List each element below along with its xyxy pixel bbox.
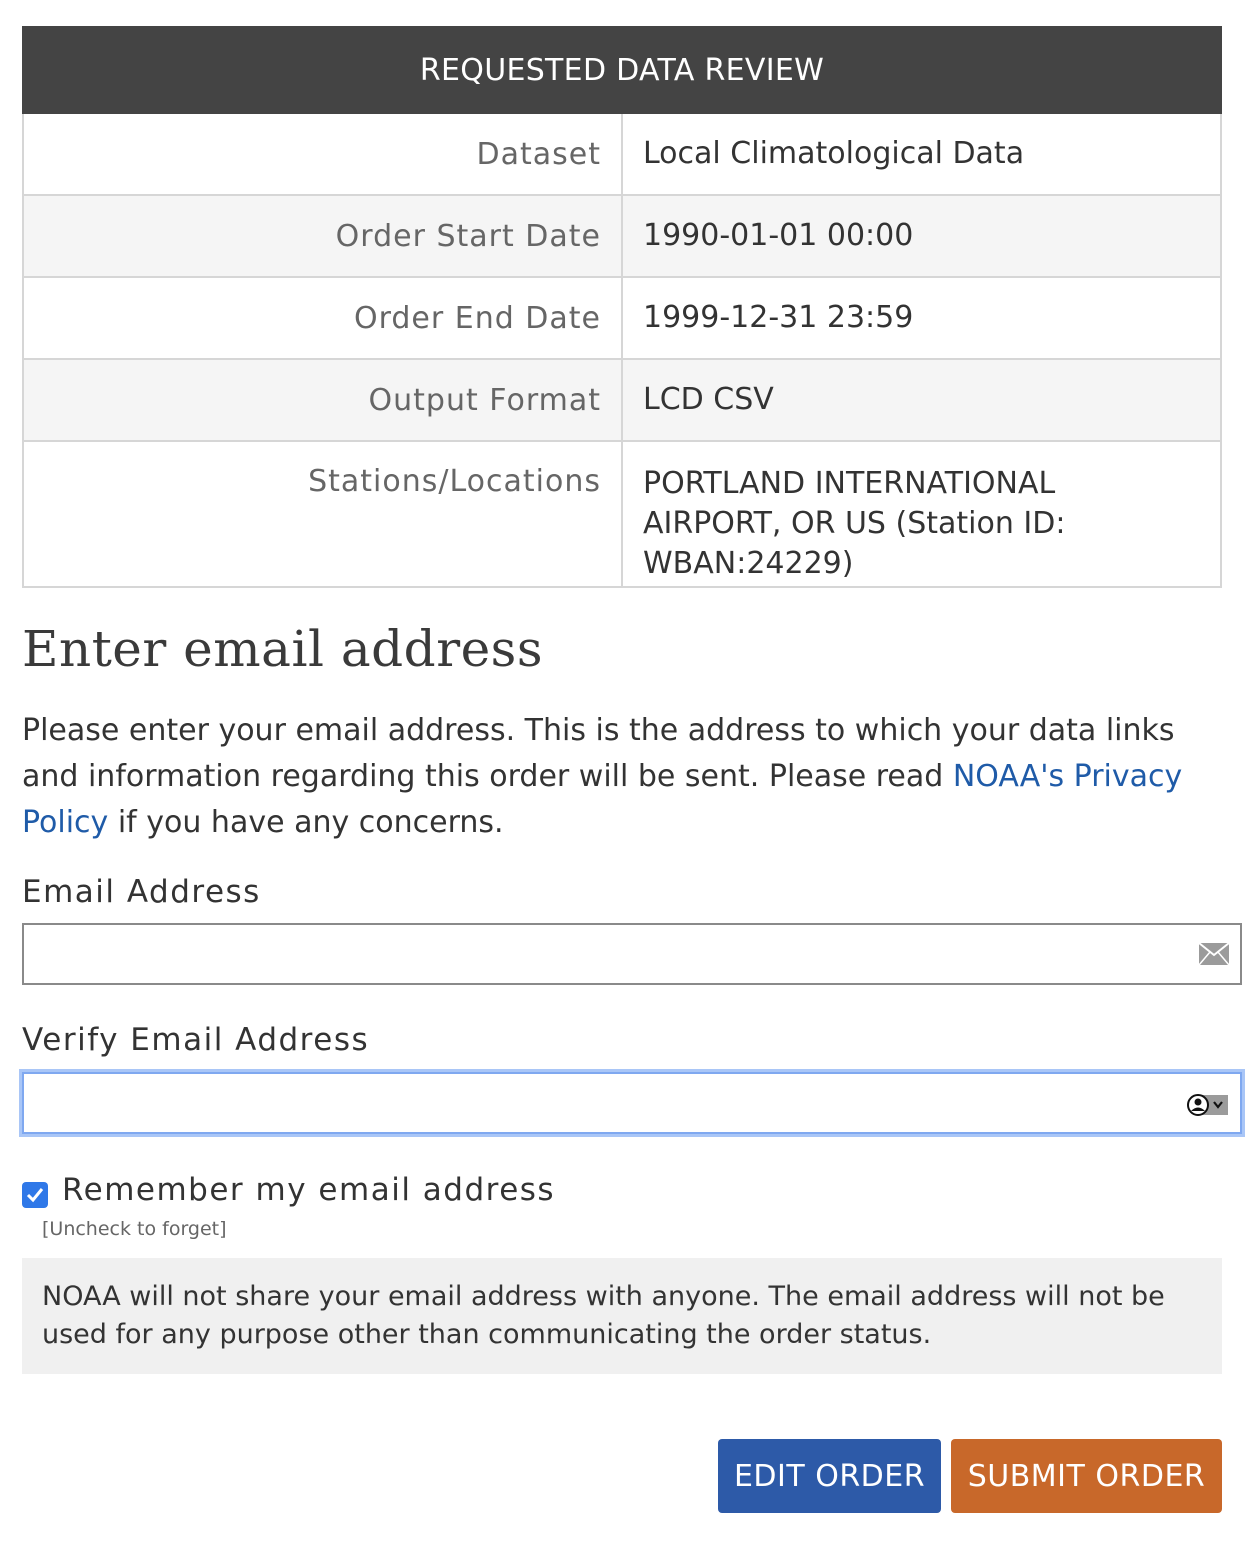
row-label-dataset: Dataset (22, 112, 623, 196)
row-label-output-format: Output Format (22, 358, 623, 442)
remember-email-checkbox[interactable] (22, 1182, 48, 1208)
uncheck-hint: [Uncheck to forget] (42, 1218, 227, 1240)
verify-email-field-box (22, 1072, 1242, 1134)
submit-order-button[interactable]: SUBMIT ORDER (951, 1439, 1222, 1513)
intro-text-after: if you have any concerns. (108, 805, 504, 840)
row-label-order-end-date: Order End Date (22, 276, 623, 360)
row-value-order-start-date: 1990-01-01 00:00 (621, 194, 1222, 278)
privacy-notice: NOAA will not share your email address w… (22, 1258, 1222, 1374)
email-address-label: Email Address (22, 874, 261, 910)
email-field[interactable] (24, 925, 1192, 983)
section-title: Enter email address (22, 620, 543, 678)
row-value-dataset: Local Climatological Data (621, 112, 1222, 196)
edit-order-button[interactable]: EDIT ORDER (718, 1439, 941, 1513)
order-review-container: REQUESTED DATA REVIEW Dataset Local Clim… (22, 26, 1222, 588)
row-label-stations-locations: Stations/Locations (22, 440, 623, 588)
row-value-order-end-date: 1999-12-31 23:59 (621, 276, 1222, 360)
table-row: Dataset Local Climatological Data (22, 112, 1222, 196)
table-row: Order Start Date 1990-01-01 00:00 (22, 194, 1222, 278)
table-row: Stations/Locations PORTLAND INTERNATIONA… (22, 440, 1222, 588)
remember-email-label[interactable]: Remember my email address (62, 1168, 555, 1212)
row-value-output-format: LCD CSV (621, 358, 1222, 442)
email-field-box (22, 923, 1242, 985)
verify-email-address-label: Verify Email Address (22, 1022, 370, 1058)
checkmark-icon (26, 1188, 44, 1203)
review-table-heading: REQUESTED DATA REVIEW (22, 26, 1222, 114)
table-row: Order End Date 1999-12-31 23:59 (22, 276, 1222, 360)
table-row: Output Format LCD CSV (22, 358, 1222, 442)
verify-email-field[interactable] (24, 1074, 1192, 1132)
envelope-icon (1198, 942, 1230, 966)
autofill-contact-icon[interactable] (1186, 1092, 1230, 1118)
row-label-order-start-date: Order Start Date (22, 194, 623, 278)
row-value-stations-locations: PORTLAND INTERNATIONAL AIRPORT, OR US (S… (621, 440, 1222, 588)
requested-data-review-table: REQUESTED DATA REVIEW Dataset Local Clim… (22, 26, 1222, 588)
intro-paragraph: Please enter your email address. This is… (22, 708, 1232, 846)
